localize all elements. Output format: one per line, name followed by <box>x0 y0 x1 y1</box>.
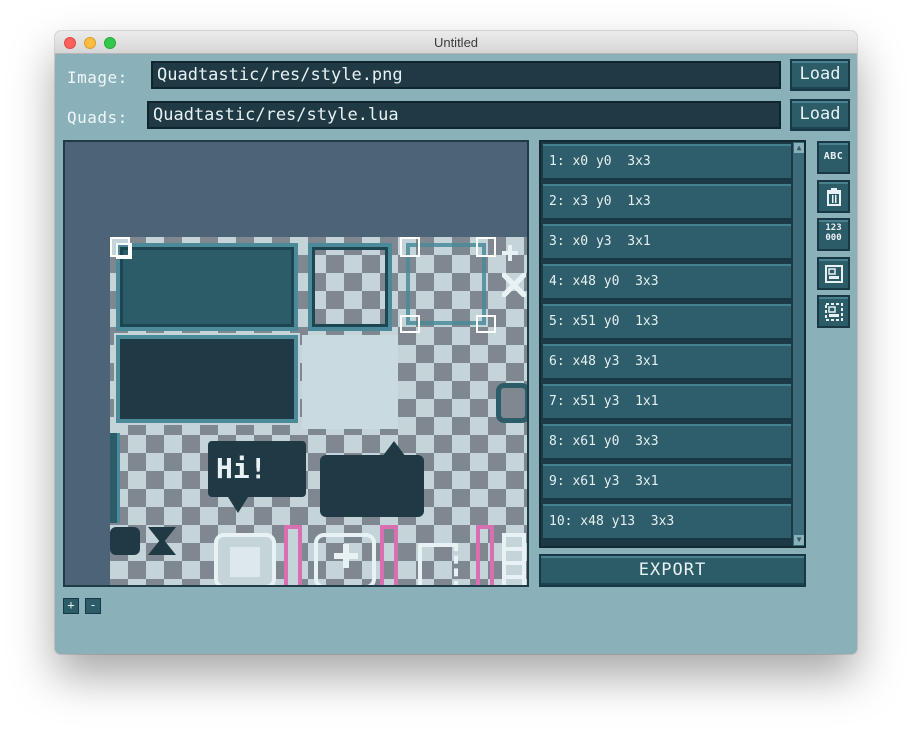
quad-list-item[interactable]: 4: x48 y0 3x3 <box>543 264 791 300</box>
image-path-field[interactable]: Quadtastic/res/style.png <box>151 61 781 89</box>
spritesheet-image: Hi! <box>110 237 527 585</box>
sprite-panel-frame <box>116 243 298 331</box>
app-window: Untitled Image: Quadtastic/res/style.png… <box>55 31 857 654</box>
sprite-checkbox-fill <box>230 547 260 577</box>
export-button[interactable]: EXPORT <box>539 554 806 587</box>
sprite-dashed-box <box>418 543 458 585</box>
sort-numbers-icon: 123 000 <box>819 223 848 243</box>
sprite-ladder <box>502 533 526 585</box>
sprite-bubble-large <box>320 455 424 517</box>
quads-label: Quads: <box>67 108 128 127</box>
sprite-hi-bubble: Hi! <box>208 441 306 497</box>
image-label: Image: <box>67 68 128 87</box>
quad-handle-4[interactable] <box>476 237 496 257</box>
ungroup-icon <box>825 303 843 321</box>
sprite-hollow-frame <box>308 243 392 331</box>
image-canvas[interactable]: Hi! <box>63 140 529 587</box>
quad-list-item[interactable]: 1: x0 y0 3x3 <box>543 144 791 180</box>
quad-list-item[interactable]: 3: x0 y3 3x1 <box>543 224 791 260</box>
main-content: Image: Quadtastic/res/style.png Load Qua… <box>55 54 857 654</box>
quad-list-item[interactable]: 10: x48 y13 3x3 <box>543 504 791 540</box>
scroll-up-arrow-icon[interactable]: ▲ <box>794 143 804 153</box>
zoom-in-button[interactable]: + <box>63 598 79 614</box>
sprite-pink-bar-1 <box>284 525 302 585</box>
sprite-cross-icon <box>502 273 526 297</box>
quad-handle-6[interactable] <box>476 315 496 333</box>
quad-handle-2[interactable] <box>116 243 132 259</box>
quad-list-item[interactable]: 8: x61 y0 3x3 <box>543 424 791 460</box>
group-icon <box>825 265 843 283</box>
quads-path-field[interactable]: Quadtastic/res/style.lua <box>147 101 781 129</box>
scroll-down-arrow-icon[interactable]: ▼ <box>794 535 804 545</box>
sprite-vertical-strip <box>110 433 120 523</box>
sprite-bubble-tail <box>228 497 248 513</box>
quad-list-scrollbar[interactable]: ▲ ▼ <box>793 142 804 546</box>
sprite-plus-small-v <box>508 245 512 261</box>
sprite-dark-panel <box>116 335 298 423</box>
quad-list-item[interactable]: 2: x3 y0 1x3 <box>543 184 791 220</box>
group-button[interactable] <box>817 257 850 290</box>
load-image-button[interactable]: Load <box>790 59 850 91</box>
window-title: Untitled <box>433 35 479 50</box>
sort-button[interactable]: 123 000 <box>817 218 850 251</box>
sort-icon-bottom-digits: 000 <box>825 233 842 243</box>
sprite-hourglass <box>148 527 176 555</box>
rename-button[interactable]: ABC <box>817 141 850 174</box>
sort-icon-top-digits: 123 <box>825 223 842 233</box>
quad-list-item[interactable]: 7: x51 y3 1x1 <box>543 384 791 420</box>
delete-button[interactable] <box>817 180 850 213</box>
zoom-out-button[interactable]: - <box>85 598 101 614</box>
quad-handle-3[interactable] <box>400 237 420 257</box>
title-bar: Untitled <box>55 31 857 54</box>
trash-icon <box>827 188 841 206</box>
quad-list[interactable]: 1: x0 y0 3x3 2: x3 y0 1x3 3: x0 y3 3x1 4… <box>539 140 806 548</box>
quad-list-item[interactable]: 9: x61 y3 3x1 <box>543 464 791 500</box>
sprite-small-blob <box>110 527 140 555</box>
quad-list-item[interactable]: 5: x51 y0 1x3 <box>543 304 791 340</box>
sprite-light-panel <box>302 335 398 429</box>
sprite-round-knob <box>496 383 527 423</box>
load-quads-button[interactable]: Load <box>790 99 850 131</box>
quad-list-item[interactable]: 6: x48 y3 3x1 <box>543 344 791 380</box>
sprite-pink-bar-2 <box>380 525 398 585</box>
rename-abc-icon: ABC <box>823 151 844 162</box>
quad-handle-5[interactable] <box>400 315 420 333</box>
sprite-plus-vertical <box>343 544 349 568</box>
sprite-pink-bar-3 <box>476 525 494 585</box>
ungroup-button[interactable] <box>817 295 850 328</box>
sprite-bubble-large-tail <box>382 441 406 457</box>
